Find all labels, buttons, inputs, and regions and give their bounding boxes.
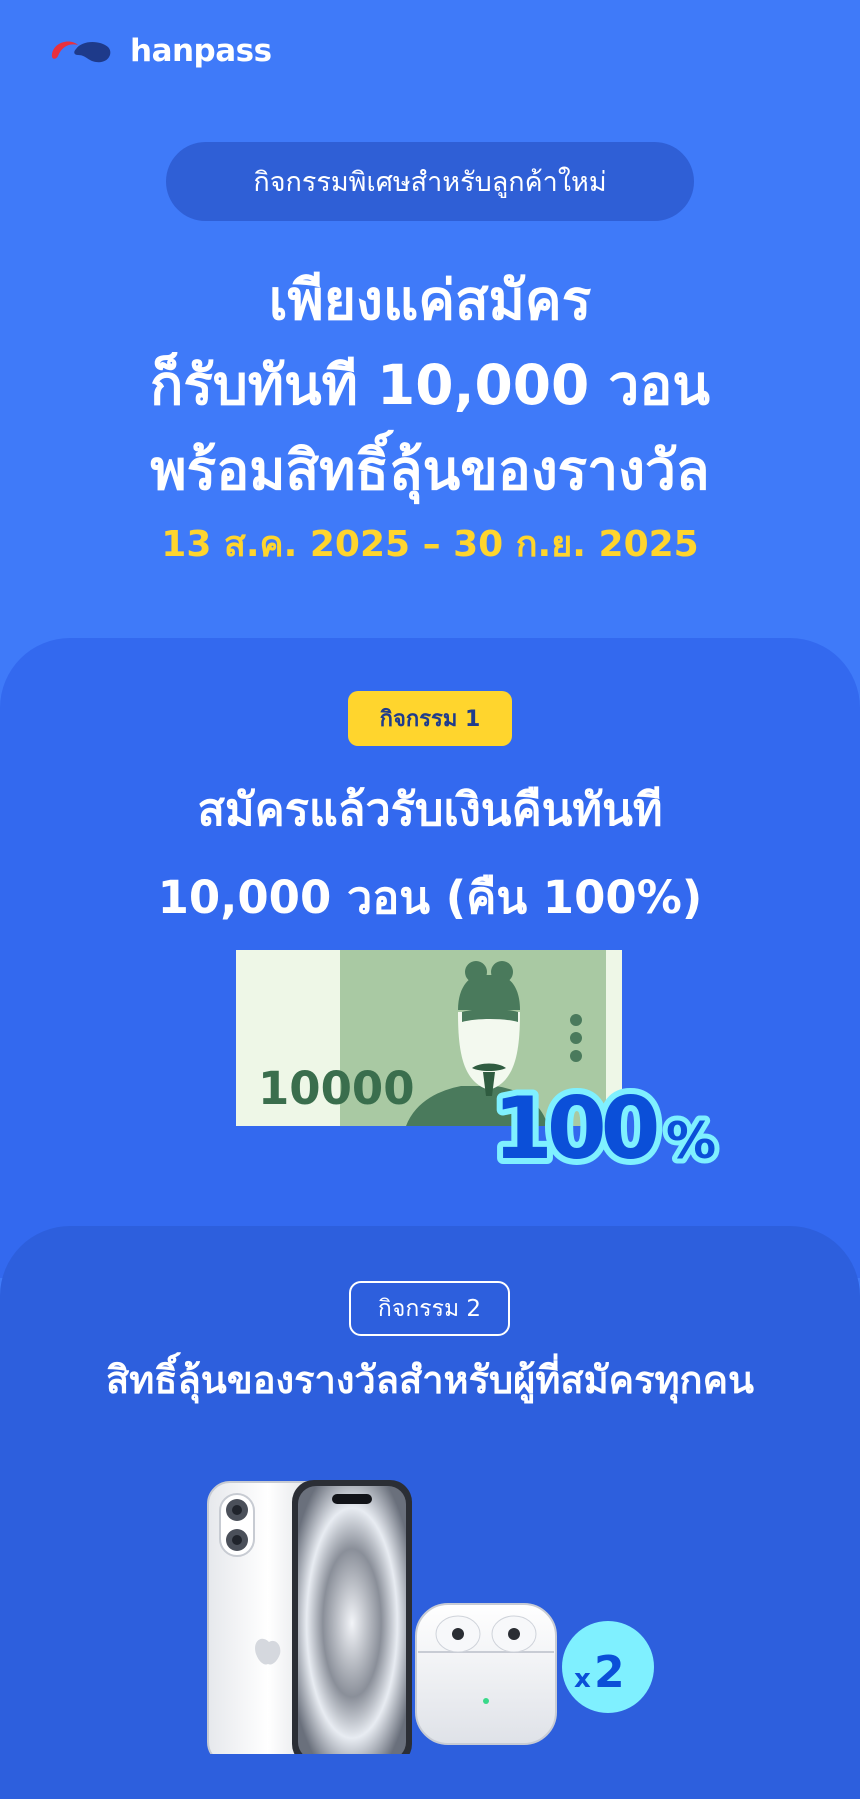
event-1-badge: กิจกรรม 1 [348,691,512,746]
hero-title-line-3: พร้อมสิทธิ์ลุ้นของรางวัล [150,438,710,502]
event-1-card: กิจกรรม 1 สมัครแล้วรับเงินคืนทันที 10,00… [0,638,860,1278]
event-1-title: สมัครแล้วรับเงินคืนทันที 10,000 วอน (คืน… [0,766,860,942]
promo-page: hanpass กิจกรรมพิเศษสำหรับลูกค้าใหม่ เพี… [0,0,860,1799]
phone-icon [207,1480,412,1766]
new-customer-pill: กิจกรรมพิเศษสำหรับลูกค้าใหม่ [166,142,694,221]
hero-title-line-1: เพียงแค่สมัคร [268,268,592,332]
banknote-illustration: 10000 100 % [236,950,726,1185]
pill-label: กิจกรรมพิเศษสำหรับลูกค้าใหม่ [253,167,607,198]
event-2-title: สิทธิ์ลุ้นของรางวัลสำหรับผู้ที่สมัครทุกค… [106,1358,754,1402]
hero-title: เพียงแค่สมัคร ก็รับทันที 10,000 วอน พร้อ… [0,258,860,513]
event-1-title-line-1: สมัครแล้วรับเงินคืนทันที [197,783,663,836]
percent-label: 100 [493,1079,657,1179]
multiplier-badge: x 2 [562,1621,654,1713]
multiplier-prefix: x [574,1664,591,1694]
hero-title-line-2: ก็รับทันที 10,000 วอน [150,353,710,417]
promo-date-range: 13 ส.ค. 2025 – 30 ก.ย. 2025 [161,524,699,565]
brand-name: hanpass [130,33,272,69]
event-2-badge: กิจกรรม 2 [349,1281,510,1336]
event-2-card: กิจกรรม 2 สิทธิ์ลุ้นของรางวัลสำหรับผู้ที… [0,1226,860,1799]
brand-header: hanpass [48,32,272,70]
event-1-badge-label: กิจกรรม 1 [379,707,481,732]
hanpass-logo-icon [48,36,114,66]
multiplier-value: 2 [594,1647,625,1698]
banknote-value: 10000 [258,1062,415,1115]
event-1-title-line-2: 10,000 วอน (คืน 100%) [157,871,703,924]
earbuds-case-icon [415,1603,557,1745]
prize-illustration: x 2 [206,1454,666,1766]
event-2-badge-label: กิจกรรม 2 [377,1295,482,1322]
percent-sign: % [666,1112,716,1170]
